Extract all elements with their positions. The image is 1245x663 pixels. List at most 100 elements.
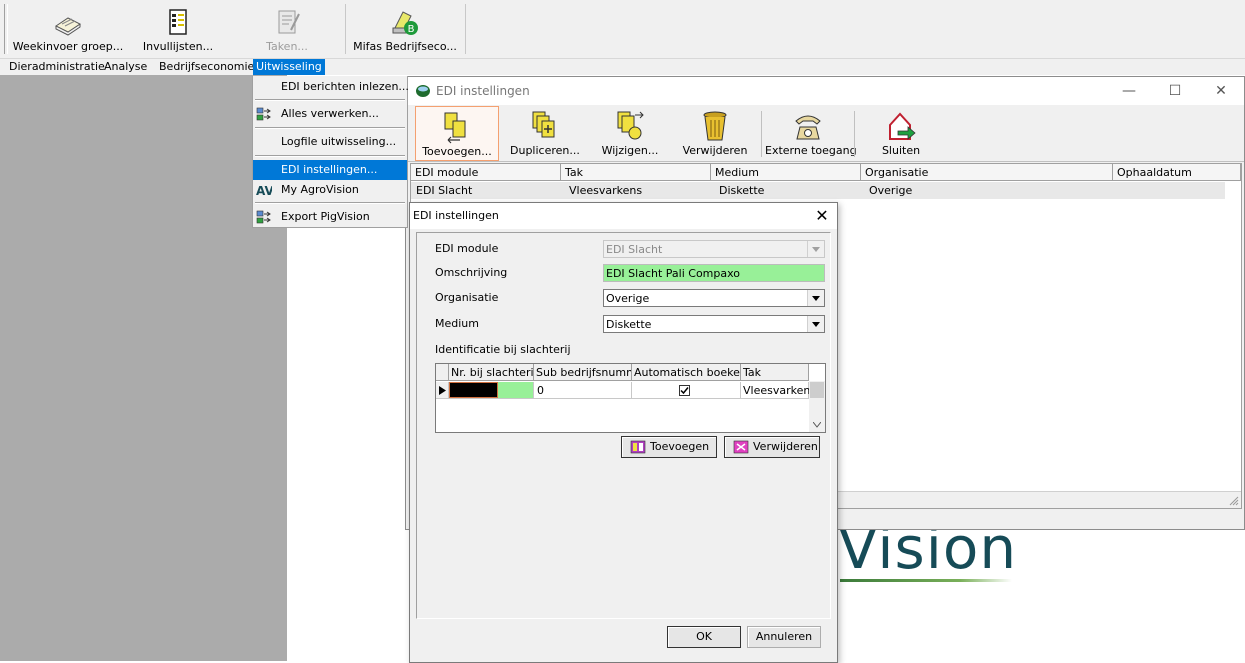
toolbar-grip[interactable] <box>4 4 8 54</box>
medium-combobox[interactable]: Diskette <box>603 315 825 333</box>
close-button[interactable]: ✕ <box>1198 77 1244 105</box>
mifas-bedrijfseco-button[interactable]: B Mifas Bedrijfseco... <box>352 2 458 56</box>
column-header-edi-module[interactable]: EDI module <box>411 164 561 181</box>
current-row-arrow-icon <box>439 386 446 395</box>
svg-text:AV: AV <box>256 184 272 198</box>
annuleren-label: Annuleren <box>755 630 813 643</box>
toolbar-separator <box>465 4 466 54</box>
dialog-close-button[interactable]: ✕ <box>811 205 833 227</box>
minimize-icon: — <box>1122 83 1136 99</box>
menu-separator <box>255 202 405 204</box>
menu-item-my-agrovision[interactable]: AV My AgroVision <box>253 180 407 200</box>
menu-separator <box>255 127 405 129</box>
column-header-organisatie[interactable]: Organisatie <box>861 164 1113 181</box>
identificatie-grid: Nr. bij slachterij Sub bedrijfsnummer Au… <box>435 363 826 433</box>
dialog-title: EDI instellingen <box>413 209 499 222</box>
vertical-scrollbar[interactable] <box>809 381 825 432</box>
taken-label: Taken... <box>266 40 308 53</box>
toolbar-separator <box>854 111 855 157</box>
column-header-nr-bij-slachterij[interactable]: Nr. bij slachterij <box>449 364 534 381</box>
delete-row-icon <box>733 440 749 454</box>
add-document-icon <box>444 112 466 144</box>
chevron-down-icon <box>807 241 824 257</box>
dialog-titlebar[interactable]: EDI instellingen ✕ <box>410 203 837 229</box>
column-header-tak[interactable]: Tak <box>561 164 711 181</box>
chevron-down-icon[interactable] <box>807 290 824 306</box>
resize-grip-icon[interactable] <box>1227 494 1239 506</box>
nr-bij-slachterij-cell[interactable] <box>449 382 534 399</box>
sluiten-button[interactable]: Sluiten <box>866 106 936 159</box>
menu-item-edi-berichten-inlezen[interactable]: EDI berichten inlezen... <box>253 77 409 97</box>
minimize-button[interactable]: — <box>1106 77 1152 105</box>
edi-window-titlebar[interactable]: EDI instellingen — ☐ ✕ <box>406 77 1244 105</box>
annuleren-button[interactable]: Annuleren <box>747 626 821 648</box>
column-header-tak[interactable]: Tak <box>741 364 809 381</box>
scroll-down-arrow-icon[interactable] <box>813 422 821 428</box>
menu-analyse[interactable]: Analyse <box>101 59 150 75</box>
column-header-sub-bedrijfsnummer[interactable]: Sub bedrijfsnummer <box>534 364 632 381</box>
dialog-panel: EDI module EDI Slacht Omschrijving EDI S… <box>416 232 831 619</box>
toevoegen-button[interactable]: Toevoegen... <box>415 106 499 161</box>
clipboard-list-icon <box>169 9 187 35</box>
table-row[interactable]: EDI Slacht Vleesvarkens Diskette Overige <box>411 182 1225 199</box>
taken-button[interactable]: Taken... <box>256 2 318 56</box>
dupliceren-label: Dupliceren... <box>510 144 580 157</box>
uitwisseling-dropdown-menu: EDI berichten inlezen... Alles verwerken… <box>252 76 409 228</box>
automatisch-boeken-checkbox[interactable] <box>679 385 690 396</box>
omschrijving-input[interactable]: EDI Slacht Pali Compaxo <box>603 264 825 282</box>
menu-bedrijfseconomie[interactable]: Bedrijfseconomie <box>156 59 257 75</box>
agrovision-av-icon: AV <box>256 184 272 198</box>
weekinvoer-groep-button[interactable]: Weekinvoer groep... <box>12 2 124 56</box>
menu-item-label: My AgroVision <box>281 183 359 196</box>
column-header-automatisch-boeken[interactable]: Automatisch boeken? <box>632 364 741 381</box>
verwijderen-row-button[interactable]: Verwijderen <box>724 436 820 458</box>
menu-item-export-pigvision[interactable]: Export PigVision <box>253 207 407 227</box>
automatisch-boeken-cell <box>632 382 741 399</box>
row-selector-header <box>436 364 449 381</box>
menu-item-edi-instellingen[interactable]: EDI instellingen... <box>253 160 407 180</box>
wijzigen-button[interactable]: Wijzigen... <box>600 106 660 159</box>
row-selector[interactable] <box>436 382 449 399</box>
menu-item-logfile-uitwisseling[interactable]: Logfile uitwisseling... <box>253 132 407 152</box>
externe-toegang-button[interactable]: Externe toegang <box>765 106 857 159</box>
medium-value: Diskette <box>606 318 652 331</box>
edi-module-label: EDI module <box>435 242 499 255</box>
organisatie-combobox[interactable]: Overige <box>603 289 825 307</box>
svg-text:B: B <box>408 24 415 35</box>
cell-edi-module: EDI Slacht <box>416 184 473 197</box>
nr-bij-slachterij-input[interactable] <box>449 382 498 398</box>
chevron-down-icon[interactable] <box>807 316 824 332</box>
column-header-medium[interactable]: Medium <box>711 164 861 181</box>
cell-medium: Diskette <box>719 184 765 197</box>
edi-toolbar: Toevoegen... Dupliceren... Wijzigen... V… <box>406 105 1244 162</box>
menubar: Dieradministratie Analyse Bedrijfseconom… <box>0 59 1245 75</box>
toevoegen-row-label: Toevoegen <box>650 440 710 453</box>
menu-dieradministratie[interactable]: Dieradministratie <box>6 59 108 75</box>
menu-item-label: EDI instellingen... <box>281 163 378 176</box>
sub-bedrijfsnummer-cell[interactable]: 0 <box>534 382 632 399</box>
main-toolbar: Weekinvoer groep... Invullijsten... Take… <box>0 0 1245 59</box>
book-icon <box>55 17 81 36</box>
verwijderen-row-label: Verwijderen <box>753 440 818 453</box>
menu-item-label: EDI berichten inlezen... <box>281 80 409 93</box>
tak-cell[interactable]: Vleesvarkens <box>741 382 816 399</box>
logo-underline <box>840 579 1012 582</box>
toolbar-separator <box>761 111 762 157</box>
toevoegen-label: Toevoegen... <box>422 145 492 158</box>
cell-organisatie: Overige <box>869 184 913 197</box>
menu-item-alles-verwerken[interactable]: Alles verwerken... <box>253 104 407 124</box>
menu-uitwisseling[interactable]: Uitwisseling <box>253 59 325 75</box>
verwijderen-button[interactable]: Verwijderen <box>682 106 748 159</box>
externe-toegang-label: Externe toegang <box>765 144 857 157</box>
maximize-button[interactable]: ☐ <box>1152 77 1198 105</box>
menu-separator <box>255 99 405 101</box>
cell-tak: Vleesvarkens <box>569 184 643 197</box>
wijzigen-label: Wijzigen... <box>601 144 659 157</box>
ok-button[interactable]: OK <box>667 626 741 648</box>
edit-icon <box>617 111 644 140</box>
dupliceren-button[interactable]: Dupliceren... <box>510 106 580 159</box>
scrollbar-thumb[interactable] <box>810 382 824 398</box>
invullijsten-button[interactable]: Invullijsten... <box>140 2 216 56</box>
toevoegen-row-button[interactable]: Toevoegen <box>621 436 717 458</box>
column-header-ophaaldatum[interactable]: Ophaaldatum <box>1113 164 1241 181</box>
